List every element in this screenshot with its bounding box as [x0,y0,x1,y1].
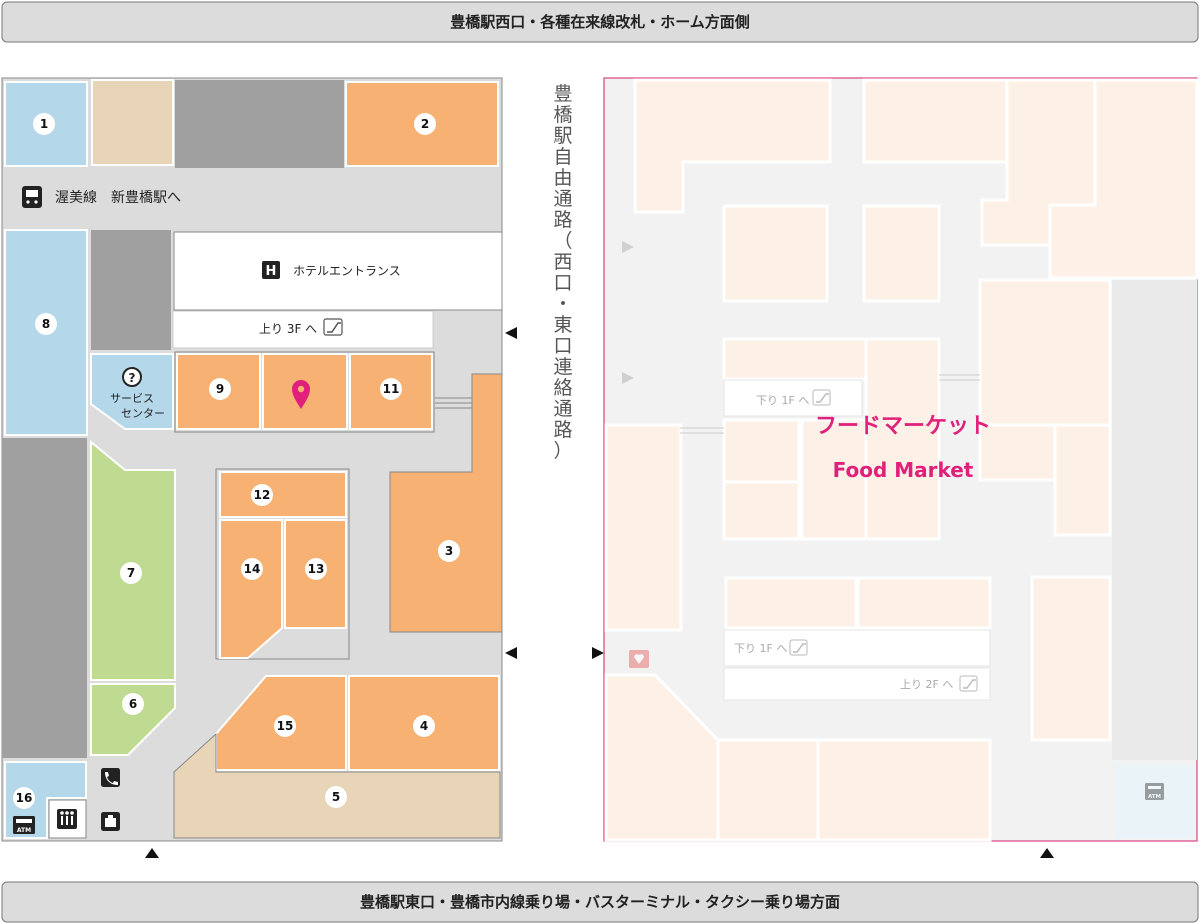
food-market-block: 下り 1F へ 下り 1F へ 上り 2F へ ATM フードマーケット Foo… [603,77,1199,842]
wall-area [175,80,344,168]
escalator-icon [323,318,343,336]
escalator-icon [789,639,808,656]
shop-badge-2: 2 [414,113,436,135]
shop-badge-6: 6 [122,693,144,715]
shop-badge-14: 14 [241,558,263,580]
svg-text:7: 7 [127,566,135,580]
direction-arrow-icon [1040,848,1054,858]
svg-text:H: H [266,264,277,279]
escalator-down-1f-a[interactable]: 下り 1F へ [723,379,863,417]
shop-14[interactable] [219,519,283,659]
svg-text:4: 4 [420,719,428,733]
shop-badge-8: 8 [35,313,57,335]
wall-area [91,230,171,350]
escalator-up-3f[interactable]: 上り 3F へ [172,310,434,349]
info-icon: ? [122,367,142,387]
svg-text:1: 1 [40,117,48,131]
direction-arrow-icon [592,647,604,659]
escalator-up-2f-label: 上り 2F へ [900,678,953,691]
shop-badge-12: 12 [251,484,273,506]
escalator-up-3f-label: 上り 3F へ [259,322,317,336]
svg-text:13: 13 [308,562,325,576]
shop-badge-11: 11 [380,378,402,400]
escalator-down-1f-b-label: 下り 1F へ [734,642,787,655]
shop-badge-1: 1 [33,113,55,135]
shop-badge-16: 16 [13,787,35,809]
aed-icon[interactable] [629,650,649,668]
escalator-icon [959,675,978,692]
floor-map: 豊橋駅西口・各種在来線改札・ホーム方面側 豊橋駅東口・豊橋市内線乗り場・バスター… [1,1,1199,923]
shop-badge-3: 3 [438,540,460,562]
shop-badge-5: 5 [325,786,347,808]
atm-area[interactable]: ATM [1115,764,1195,838]
svg-text:ATM: ATM [1148,794,1161,800]
atsumi-line-strip[interactable]: 渥美線 新豊橋駅へ [4,170,500,226]
escalator-down-1f-b[interactable]: 下り 1F へ [723,629,991,667]
direction-arrow-icon [145,848,159,858]
shop-badge-7: 7 [120,562,142,584]
shop-badge-9: 9 [209,378,231,400]
svg-text:2: 2 [421,117,429,131]
atm-icon: ATM [13,816,35,834]
svg-text:9: 9 [216,382,224,396]
shop-badge-4: 4 [413,715,435,737]
svg-text:14: 14 [244,562,261,576]
corridor-label: 豊橋駅自由通路（西口・東口連絡通路） [553,83,572,462]
svg-text:8: 8 [42,317,50,331]
top-banner[interactable]: 豊橋駅西口・各種在来線改札・ホーム方面側 [1,1,1199,43]
atm-icon: ATM [1145,783,1164,800]
service-center-label-1: サービス [110,392,154,405]
escalator-down-1f-a-label: 下り 1F へ [756,394,809,407]
direction-arrow-icon [505,647,517,659]
wall-area [2,438,87,758]
svg-text:3: 3 [445,544,453,558]
tan-block [91,79,174,166]
hotel-icon: H [262,261,280,279]
shop-badge-15: 15 [274,715,296,737]
bottom-banner-text: 豊橋駅東口・豊橋市内線乗り場・バスターミナル・タクシー乗り場方面 [360,893,840,911]
svg-text:12: 12 [254,488,271,502]
food-market-title-en: Food Market [833,458,974,482]
hotel-entrance-label: ホテルエントランス [293,264,401,278]
train-icon [22,186,42,208]
svg-text:15: 15 [277,719,294,733]
service-center-label-2: センター [121,407,165,420]
hotel-entrance[interactable]: H ホテルエントランス [173,231,503,311]
shop-12[interactable] [219,471,347,518]
shop-badge-13: 13 [305,558,327,580]
restroom-icon[interactable] [48,799,87,839]
food-market-title-ja: フードマーケット [815,414,991,439]
atsumi-line-label: 渥美線 新豊橋駅へ [55,190,181,206]
svg-text:16: 16 [16,791,33,805]
shop-current-location[interactable] [262,353,348,430]
svg-text:ATM: ATM [17,827,31,834]
svg-text:11: 11 [383,382,400,396]
svg-text:6: 6 [129,697,137,711]
top-banner-text: 豊橋駅西口・各種在来線改札・ホーム方面側 [450,13,750,31]
bottom-banner[interactable]: 豊橋駅東口・豊橋市内線乗り場・バスターミナル・タクシー乗り場方面 [1,881,1199,923]
svg-text:5: 5 [332,790,340,804]
phone-icon[interactable] [101,768,120,787]
corridor-label-text: 豊橋駅自由通路（西口・東口連絡通路） [553,83,572,462]
locker-icon[interactable] [101,812,120,831]
escalator-up-2f[interactable]: 上り 2F へ [723,667,991,701]
svg-text:?: ? [129,371,136,385]
escalator-icon [812,389,831,406]
shop-7[interactable] [90,439,176,681]
direction-arrow-icon [505,327,517,339]
